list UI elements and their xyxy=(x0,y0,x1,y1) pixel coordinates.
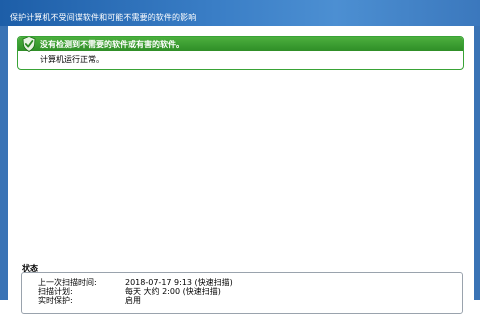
realtime-protection-value: 启用 xyxy=(125,296,141,305)
right-frame xyxy=(474,26,480,300)
status-header-bar: 没有检测到不需要的软件或有害的软件。 xyxy=(18,37,463,52)
status-panel: 没有检测到不需要的软件或有害的软件。 计算机运行正常。 xyxy=(17,36,464,70)
status-info-box: 上一次扫描时间: 2018-07-17 9:13 (快速扫描) 扫描计划: 每天… xyxy=(21,272,463,314)
page-title: 保护计算机不受间谍软件和可能不需要的软件的影响 xyxy=(10,13,197,22)
shield-check-icon xyxy=(22,37,36,52)
left-frame xyxy=(0,26,8,300)
header-bar: 保护计算机不受间谍软件和可能不需要的软件的影响 xyxy=(0,0,480,26)
status-detail: 计算机运行正常。 xyxy=(40,55,104,64)
realtime-protection-label: 实时保护: xyxy=(38,296,73,305)
status-heading: 没有检测到不需要的软件或有害的软件。 xyxy=(40,40,184,49)
